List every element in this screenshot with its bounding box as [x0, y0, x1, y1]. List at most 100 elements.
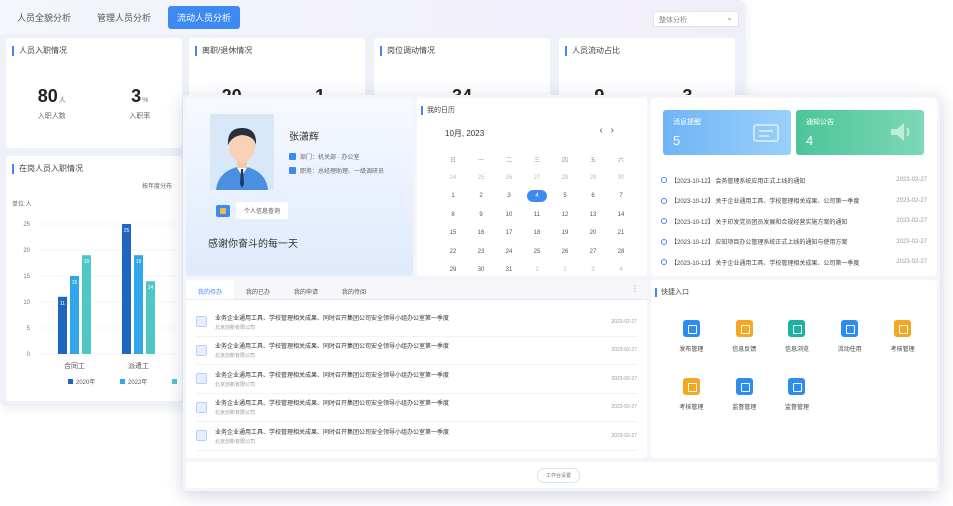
calendar-day[interactable]: 26 [555, 249, 575, 255]
tab-my-requests[interactable]: 我的申请 [282, 280, 330, 299]
notice-item[interactable]: 【2023-10-12】 关于企业通用工具、学校管理相关成果、公司第一季度 202… [661, 252, 927, 273]
calendar-day[interactable]: 1 [527, 267, 547, 273]
quick-entry-item[interactable]: 流动任用 [823, 320, 876, 378]
calendar-day[interactable]: 9 [471, 212, 491, 218]
profile-role: 职务：总经理助理、一级调研员 [289, 166, 384, 175]
calendar-day[interactable]: 7 [611, 193, 631, 199]
todo-item[interactable]: 业务企业通用工具、学校管理相关成果、同时召开集团公司安全领导小组办公室第一季度北… [196, 337, 637, 365]
calendar-weekday-row: 日一二三四五六 [443, 150, 631, 169]
todo-item[interactable]: 业务企业通用工具、学校管理相关成果、同时召开集团公司安全领导小组办公室第一季度北… [196, 394, 637, 422]
tab-my-done[interactable]: 我的已办 [234, 280, 282, 299]
calendar-day[interactable]: 23 [471, 249, 491, 255]
calendar-next-button[interactable]: › [611, 125, 622, 136]
calendar-day[interactable]: 29 [443, 267, 463, 273]
more-icon[interactable]: ⋮ [631, 284, 639, 293]
calendar-day[interactable]: 28 [611, 249, 631, 255]
quick-entry-item[interactable]: 考核管理 [665, 378, 718, 436]
workbench-settings-button[interactable]: 工作台设置 [537, 468, 581, 483]
todo-date: 2023-02-27 [611, 318, 637, 325]
calendar-day[interactable]: 12 [555, 212, 575, 218]
quick-entry-item[interactable]: 信息反馈 [718, 320, 771, 378]
calendar-day[interactable]: 15 [443, 230, 463, 236]
notice-text: 【2023-10-12】 关于印发党员团员发展和合规经营实施方案的通知 [671, 219, 848, 226]
notice-item[interactable]: 【2023-10-12】 应知项目办公管理系统正式上线的通知与使用方案 2023-… [661, 232, 927, 253]
y-tick-label: 20 [23, 248, 30, 254]
quick-entry-item[interactable]: 考核管理 [876, 320, 929, 378]
calendar-day[interactable]: 6 [583, 193, 603, 199]
notice-item[interactable]: 【2023-10-12】 关于企业通用工具、学校管理相关成果、公司第一季度 202… [661, 191, 927, 212]
message-reminder-card[interactable]: 消息提醒 5 [663, 110, 791, 155]
announcement-card[interactable]: 通知公告 4 [796, 110, 924, 155]
calendar-day[interactable]: 16 [471, 230, 491, 236]
notice-item[interactable]: 【2023-10-12】 关于印发党员团员发展和合规经营实施方案的通知 2023-… [661, 211, 927, 232]
todo-item[interactable]: 业务企业通用工具、学校管理相关成果、同时召开集团公司安全领导小组办公室第一季度北… [196, 308, 637, 337]
calendar-day[interactable]: 10 [499, 212, 519, 218]
kpi-card-onboarding: 人员入职情况 80人 入职人数 3% 入职率 [6, 38, 182, 148]
quick-entry-item[interactable]: 监督管理 [771, 378, 824, 436]
calendar-day[interactable]: 13 [583, 212, 603, 218]
calendar-day[interactable]: 1 [443, 193, 463, 199]
calendar-day[interactable]: 11 [527, 212, 547, 218]
calendar-day[interactable]: 25 [527, 249, 547, 255]
calendar-day-today[interactable]: 4 [527, 190, 547, 203]
calendar-day[interactable]: 26 [499, 175, 519, 181]
calendar-day[interactable]: 21 [611, 230, 631, 236]
profile-link[interactable]: 个人信息查询 [216, 202, 289, 219]
calendar-day[interactable]: 24 [499, 249, 519, 255]
tab-my-todo[interactable]: 我的待办 [186, 280, 235, 299]
calendar-day[interactable]: 3 [583, 267, 603, 273]
calendar-day[interactable]: 5 [555, 193, 575, 199]
notice-item[interactable]: 【2023-10-12】 会务管理系统应用正式上线的通知 2023-02-27 [661, 170, 927, 191]
document-icon [196, 430, 207, 442]
calendar-day[interactable]: 20 [583, 230, 603, 236]
calendar-day[interactable]: 27 [583, 249, 603, 255]
kpi-title: 人员入职情况 [12, 46, 182, 56]
calendar-day[interactable]: 31 [499, 267, 519, 273]
quick-entry-card: 快捷入口 发布管理 信息反馈 信息浏览 流动任用 考核管理 考核管理 监督管理 监督管理 [651, 280, 937, 458]
bar-value-label: 15 [72, 280, 78, 286]
document-icon [196, 401, 207, 413]
calendar-day[interactable]: 4 [611, 267, 631, 273]
calendar-day[interactable]: 25 [471, 175, 491, 181]
calendar-day[interactable]: 3 [499, 193, 519, 199]
calendar-day[interactable]: 29 [583, 175, 603, 181]
todo-source: 北京创新有限公司 [215, 410, 256, 417]
calendar-day[interactable]: 28 [555, 175, 575, 181]
todo-tabs: 我的待办 我的已办 我的申请 我的传阅 [186, 280, 647, 300]
weekday-label: 日 [449, 157, 456, 164]
calendar-day[interactable]: 8 [443, 212, 463, 218]
todo-item[interactable]: 业务企业通用工具、学校管理相关成果、同时召开集团公司安全领导小组办公室第一季度北… [196, 422, 637, 451]
x-category-label: 合同工 [64, 361, 85, 370]
todo-item[interactable]: 业务企业通用工具、学校管理相关成果、同时召开集团公司安全领导小组办公室第一季度北… [196, 365, 637, 394]
tab-my-circulation[interactable]: 我的传阅 [330, 280, 378, 299]
calendar-day[interactable]: 30 [471, 267, 491, 273]
calendar-nav: ‹› [599, 125, 622, 136]
tab-mobility[interactable]: 流动人员分析 [168, 5, 241, 29]
quick-entry-title: 快捷入口 [655, 288, 937, 297]
calendar-day[interactable]: 2 [471, 193, 491, 199]
quick-entry-item[interactable]: 信息浏览 [771, 320, 824, 378]
calendar-week-row: 15 16 17 18 19 20 21 [443, 224, 631, 243]
calendar-day[interactable]: 27 [527, 175, 547, 181]
calendar-day[interactable]: 2 [555, 267, 575, 273]
quick-entry-item[interactable]: 发布管理 [665, 320, 718, 378]
workbench-window: 张潇辉 部门：机关部 · 办公室 职务：总经理助理、一级调研员 个人信息查询 感… [183, 95, 940, 491]
personal-info-button[interactable]: 个人信息查询 [236, 202, 289, 219]
calendar-day[interactable]: 18 [527, 230, 547, 236]
calendar-day[interactable]: 30 [611, 175, 631, 181]
calendar-day[interactable]: 17 [499, 230, 519, 236]
analysis-scope-select[interactable]: 整体分析 [653, 11, 739, 27]
document-icon [196, 344, 207, 356]
calendar-day[interactable]: 19 [555, 230, 575, 236]
calendar-day[interactable]: 24 [443, 175, 463, 181]
analysis-tab-bar: 人员全貌分析 管理人员分析 流动人员分析 [0, 0, 745, 34]
bar [82, 255, 91, 354]
tab-overall[interactable]: 人员全貌分析 [8, 6, 80, 29]
tab-management[interactable]: 管理人员分析 [88, 6, 160, 29]
quick-entry-item[interactable]: 监督管理 [718, 378, 771, 436]
notice-date: 2023-02-27 [896, 238, 927, 245]
calendar-prev-button[interactable]: ‹ [599, 125, 610, 136]
calendar-day[interactable]: 22 [443, 249, 463, 255]
calendar-day[interactable]: 14 [611, 212, 631, 218]
kpi-unit: 人 [58, 97, 66, 104]
